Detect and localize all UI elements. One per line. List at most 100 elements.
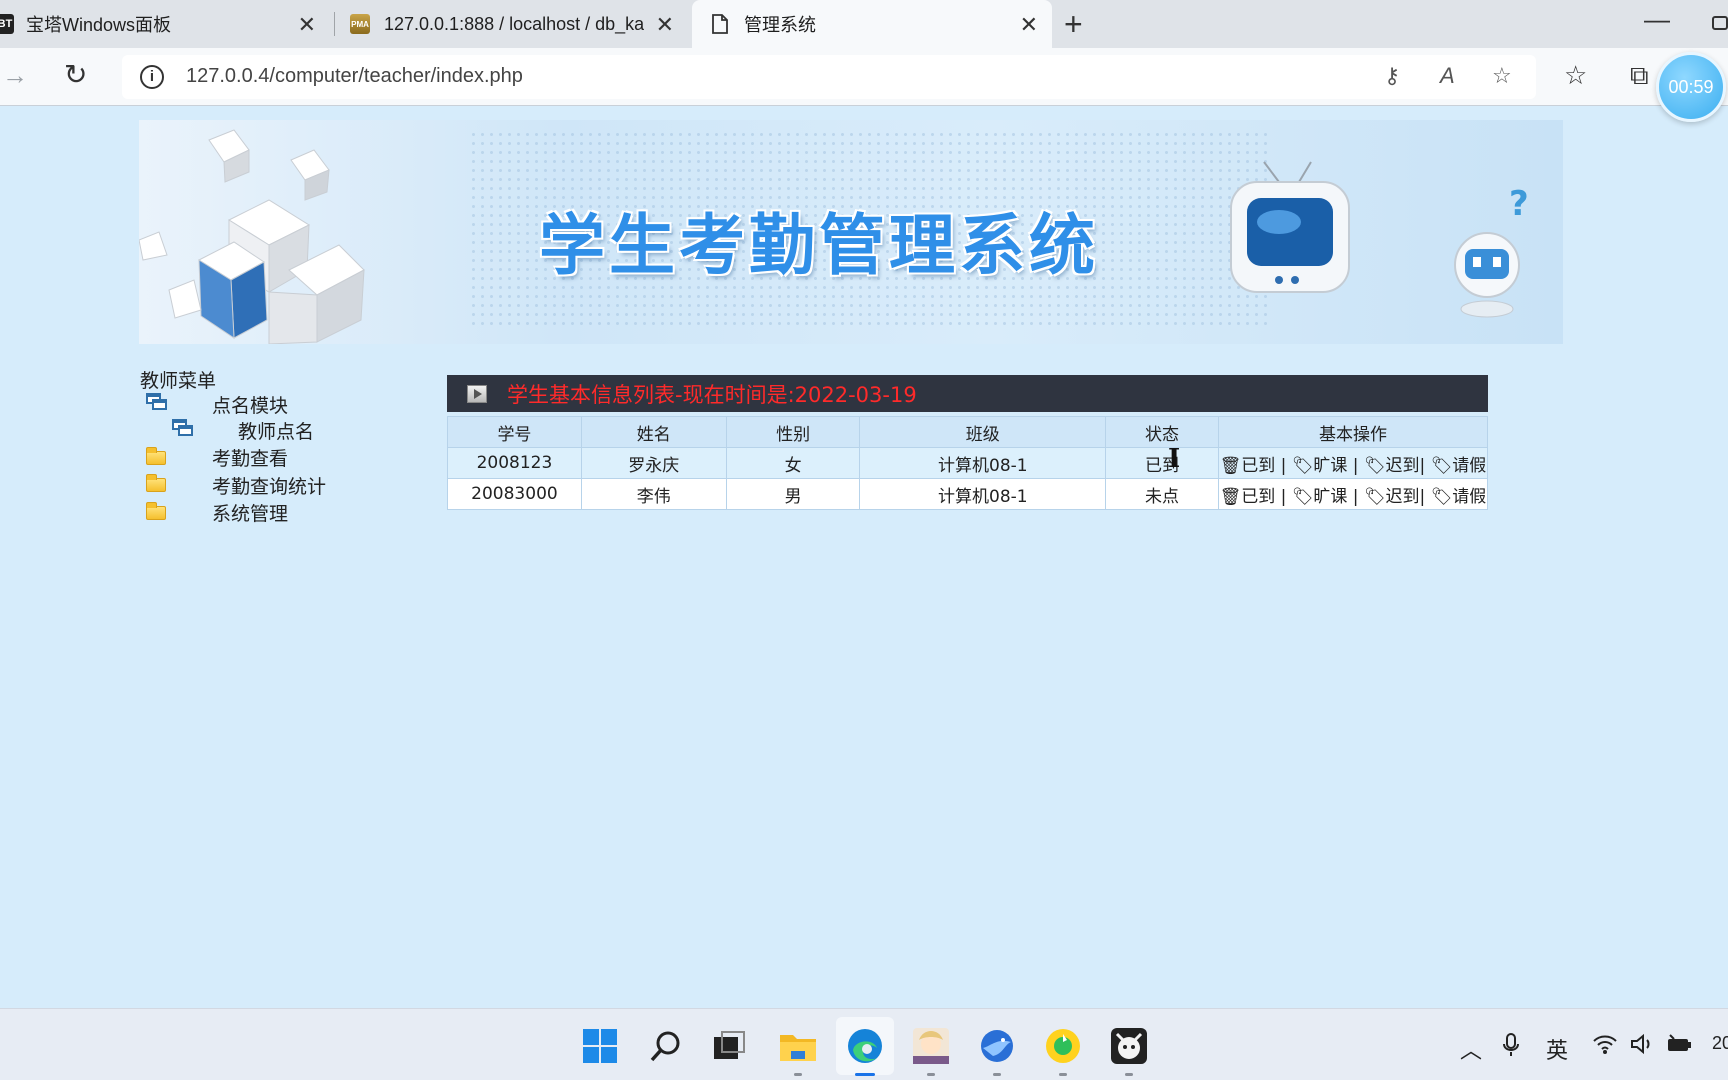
running-indicator [1059, 1073, 1067, 1076]
window-icon [146, 393, 168, 411]
close-icon[interactable]: ✕ [656, 12, 674, 38]
running-indicator [993, 1073, 1001, 1076]
column-header: 姓名 [580, 416, 727, 448]
bt-logo-icon: BT [0, 14, 14, 34]
window-icon [172, 419, 194, 437]
row-actions: 🗑已到 | 🏷旷课 | 🏷迟到| 🏷请假 [1217, 478, 1489, 510]
reload-icon[interactable]: ↻ [64, 58, 87, 91]
text-cursor-icon: I [1168, 444, 1181, 474]
wifi-icon[interactable] [1592, 1033, 1618, 1061]
table-row: 20083000 李伟 男 计算机08-1 未点 🗑已到 | 🏷旷课 | 🏷迟到… [447, 478, 1489, 510]
table-row: 2008123 罗永庆 女 计算机08-1 已到 🗑已到 | 🏷旷课 | 🏷迟到… [447, 447, 1489, 479]
browser-toolbar: → ↻ i 127.0.0.4/computer/teacher/index.p… [0, 48, 1728, 106]
mark-absent-link[interactable]: 旷课 [1313, 456, 1347, 476]
read-aloud-icon[interactable]: A [1440, 63, 1455, 89]
maximize-button[interactable] [1712, 16, 1728, 30]
add-favorite-icon[interactable]: ☆ [1492, 63, 1512, 89]
tab-title: 127.0.0.1:888 / localhost / db_ka [384, 13, 644, 34]
mark-absent-link[interactable]: 旷课 [1313, 487, 1347, 507]
svg-text:?: ? [1509, 185, 1529, 224]
mark-present-link[interactable]: 已到 [1241, 456, 1275, 476]
mark-leave-link[interactable]: 请假 [1452, 456, 1486, 476]
favorites-icon[interactable]: ☆ [1564, 60, 1587, 91]
column-header: 班级 [859, 416, 1107, 448]
menu-item-teacher-rollcall[interactable]: 教师点名 [238, 417, 314, 444]
menu-item-attendance-stats[interactable]: 考勤查询统计 [212, 472, 326, 499]
forward-icon[interactable]: → [2, 60, 28, 91]
chevron-up-icon[interactable]: ︿ [1460, 1033, 1482, 1065]
running-indicator [927, 1073, 935, 1076]
password-key-icon[interactable]: ⚷ [1384, 63, 1400, 89]
close-icon[interactable]: ✕ [298, 12, 316, 38]
file-explorer-icon[interactable] [779, 1027, 817, 1076]
microphone-icon[interactable] [1502, 1033, 1520, 1063]
minimize-button[interactable]: — [1644, 4, 1670, 35]
mark-late-link[interactable]: 迟到 [1386, 487, 1420, 507]
clock-text[interactable]: 20 [1712, 1033, 1728, 1054]
column-header: 性别 [725, 416, 861, 448]
page-icon [710, 14, 730, 34]
timer-badge[interactable]: 00:59 [1656, 52, 1726, 122]
menu-item-rollcall-module[interactable]: 点名模块 [212, 391, 288, 418]
close-icon[interactable]: ✕ [1020, 12, 1038, 38]
url-text[interactable]: 127.0.0.4/computer/teacher/index.php [186, 65, 523, 88]
windows-taskbar: ︿ 英 20 [0, 1008, 1728, 1080]
edge-icon[interactable] [846, 1027, 884, 1076]
folder-icon [146, 447, 166, 465]
student-class: 计算机08-1 [859, 478, 1107, 510]
panel-header: 学生基本信息列表-现在时间是:2022-03-19 [447, 375, 1488, 412]
site-info-icon[interactable]: i [140, 65, 164, 89]
active-indicator [855, 1073, 875, 1076]
row-actions: 🗑已到 | 🏷旷课 | 🏷迟到| 🏷请假 [1217, 447, 1489, 479]
tab-baota[interactable]: BT 宝塔Windows面板 ✕ [0, 0, 330, 48]
column-header: 状态 [1105, 416, 1219, 448]
student-table: 学号 姓名 性别 班级 状态 基本操作 2008123 罗永庆 女 计算机08-… [447, 416, 1489, 510]
tab-phpmyadmin[interactable]: PMA 127.0.0.1:888 / localhost / db_ka ✕ [336, 0, 688, 48]
folder-icon [146, 502, 166, 520]
menu-item-attendance-view[interactable]: 考勤查看 [212, 444, 288, 471]
address-bar[interactable]: i 127.0.0.4/computer/teacher/index.php ⚷… [122, 55, 1536, 99]
cubes-illustration [139, 129, 365, 344]
volume-icon[interactable] [1630, 1033, 1654, 1061]
mark-present-link[interactable]: 已到 [1241, 487, 1275, 507]
play-icon [467, 384, 487, 403]
column-header: 学号 [447, 416, 582, 448]
student-class: 计算机08-1 [859, 447, 1107, 479]
tag-icon: 🏷 [1430, 455, 1453, 476]
tag-icon: 🏷 [1291, 455, 1314, 476]
menu-item-system-admin[interactable]: 系统管理 [212, 499, 288, 526]
table-header-row: 学号 姓名 性别 班级 状态 基本操作 [447, 416, 1489, 448]
ime-indicator[interactable]: 英 [1546, 1033, 1568, 1065]
column-header: 基本操作 [1217, 416, 1489, 448]
music-app-icon[interactable] [1044, 1027, 1082, 1076]
phpmyadmin-icon: PMA [350, 14, 370, 34]
robot-illustration: ? [1454, 185, 1529, 318]
anime-app-icon[interactable] [912, 1027, 950, 1076]
tag-icon: 🏷 [1363, 486, 1386, 507]
browser-tab-strip: BT 宝塔Windows面板 ✕ PMA 127.0.0.1:888 / loc… [0, 0, 1728, 48]
running-indicator [794, 1073, 802, 1076]
mark-leave-link[interactable]: 请假 [1452, 487, 1486, 507]
search-icon[interactable] [647, 1027, 685, 1065]
trash-icon: 🗑 [1219, 455, 1242, 476]
new-tab-button[interactable]: + [1064, 6, 1083, 43]
student-id: 20083000 [447, 478, 582, 510]
banner-title: 学生考勤管理系统 [539, 207, 1099, 284]
game-app-icon[interactable] [1110, 1027, 1148, 1076]
tag-icon: 🏷 [1430, 486, 1453, 507]
running-indicator [1125, 1073, 1133, 1076]
tv-illustration [1230, 161, 1350, 293]
task-view-icon[interactable] [710, 1027, 748, 1065]
tab-title: 宝塔Windows面板 [26, 15, 172, 35]
student-name: 李伟 [580, 478, 727, 510]
blue-bird-app-icon[interactable] [978, 1027, 1016, 1076]
student-list-panel: 学生基本信息列表-现在时间是:2022-03-19 学号 姓名 性别 班级 状态… [447, 375, 1489, 510]
menu-heading: 教师菜单 [140, 370, 217, 392]
tab-divider [334, 12, 335, 36]
collections-icon[interactable]: ⧉ [1630, 60, 1649, 92]
windows-start-icon[interactable] [581, 1027, 619, 1065]
mark-late-link[interactable]: 迟到 [1386, 456, 1420, 476]
tab-management-system[interactable]: 管理系统 ✕ [692, 0, 1052, 48]
battery-icon[interactable] [1666, 1033, 1692, 1061]
student-name: 罗永庆 [580, 447, 727, 479]
